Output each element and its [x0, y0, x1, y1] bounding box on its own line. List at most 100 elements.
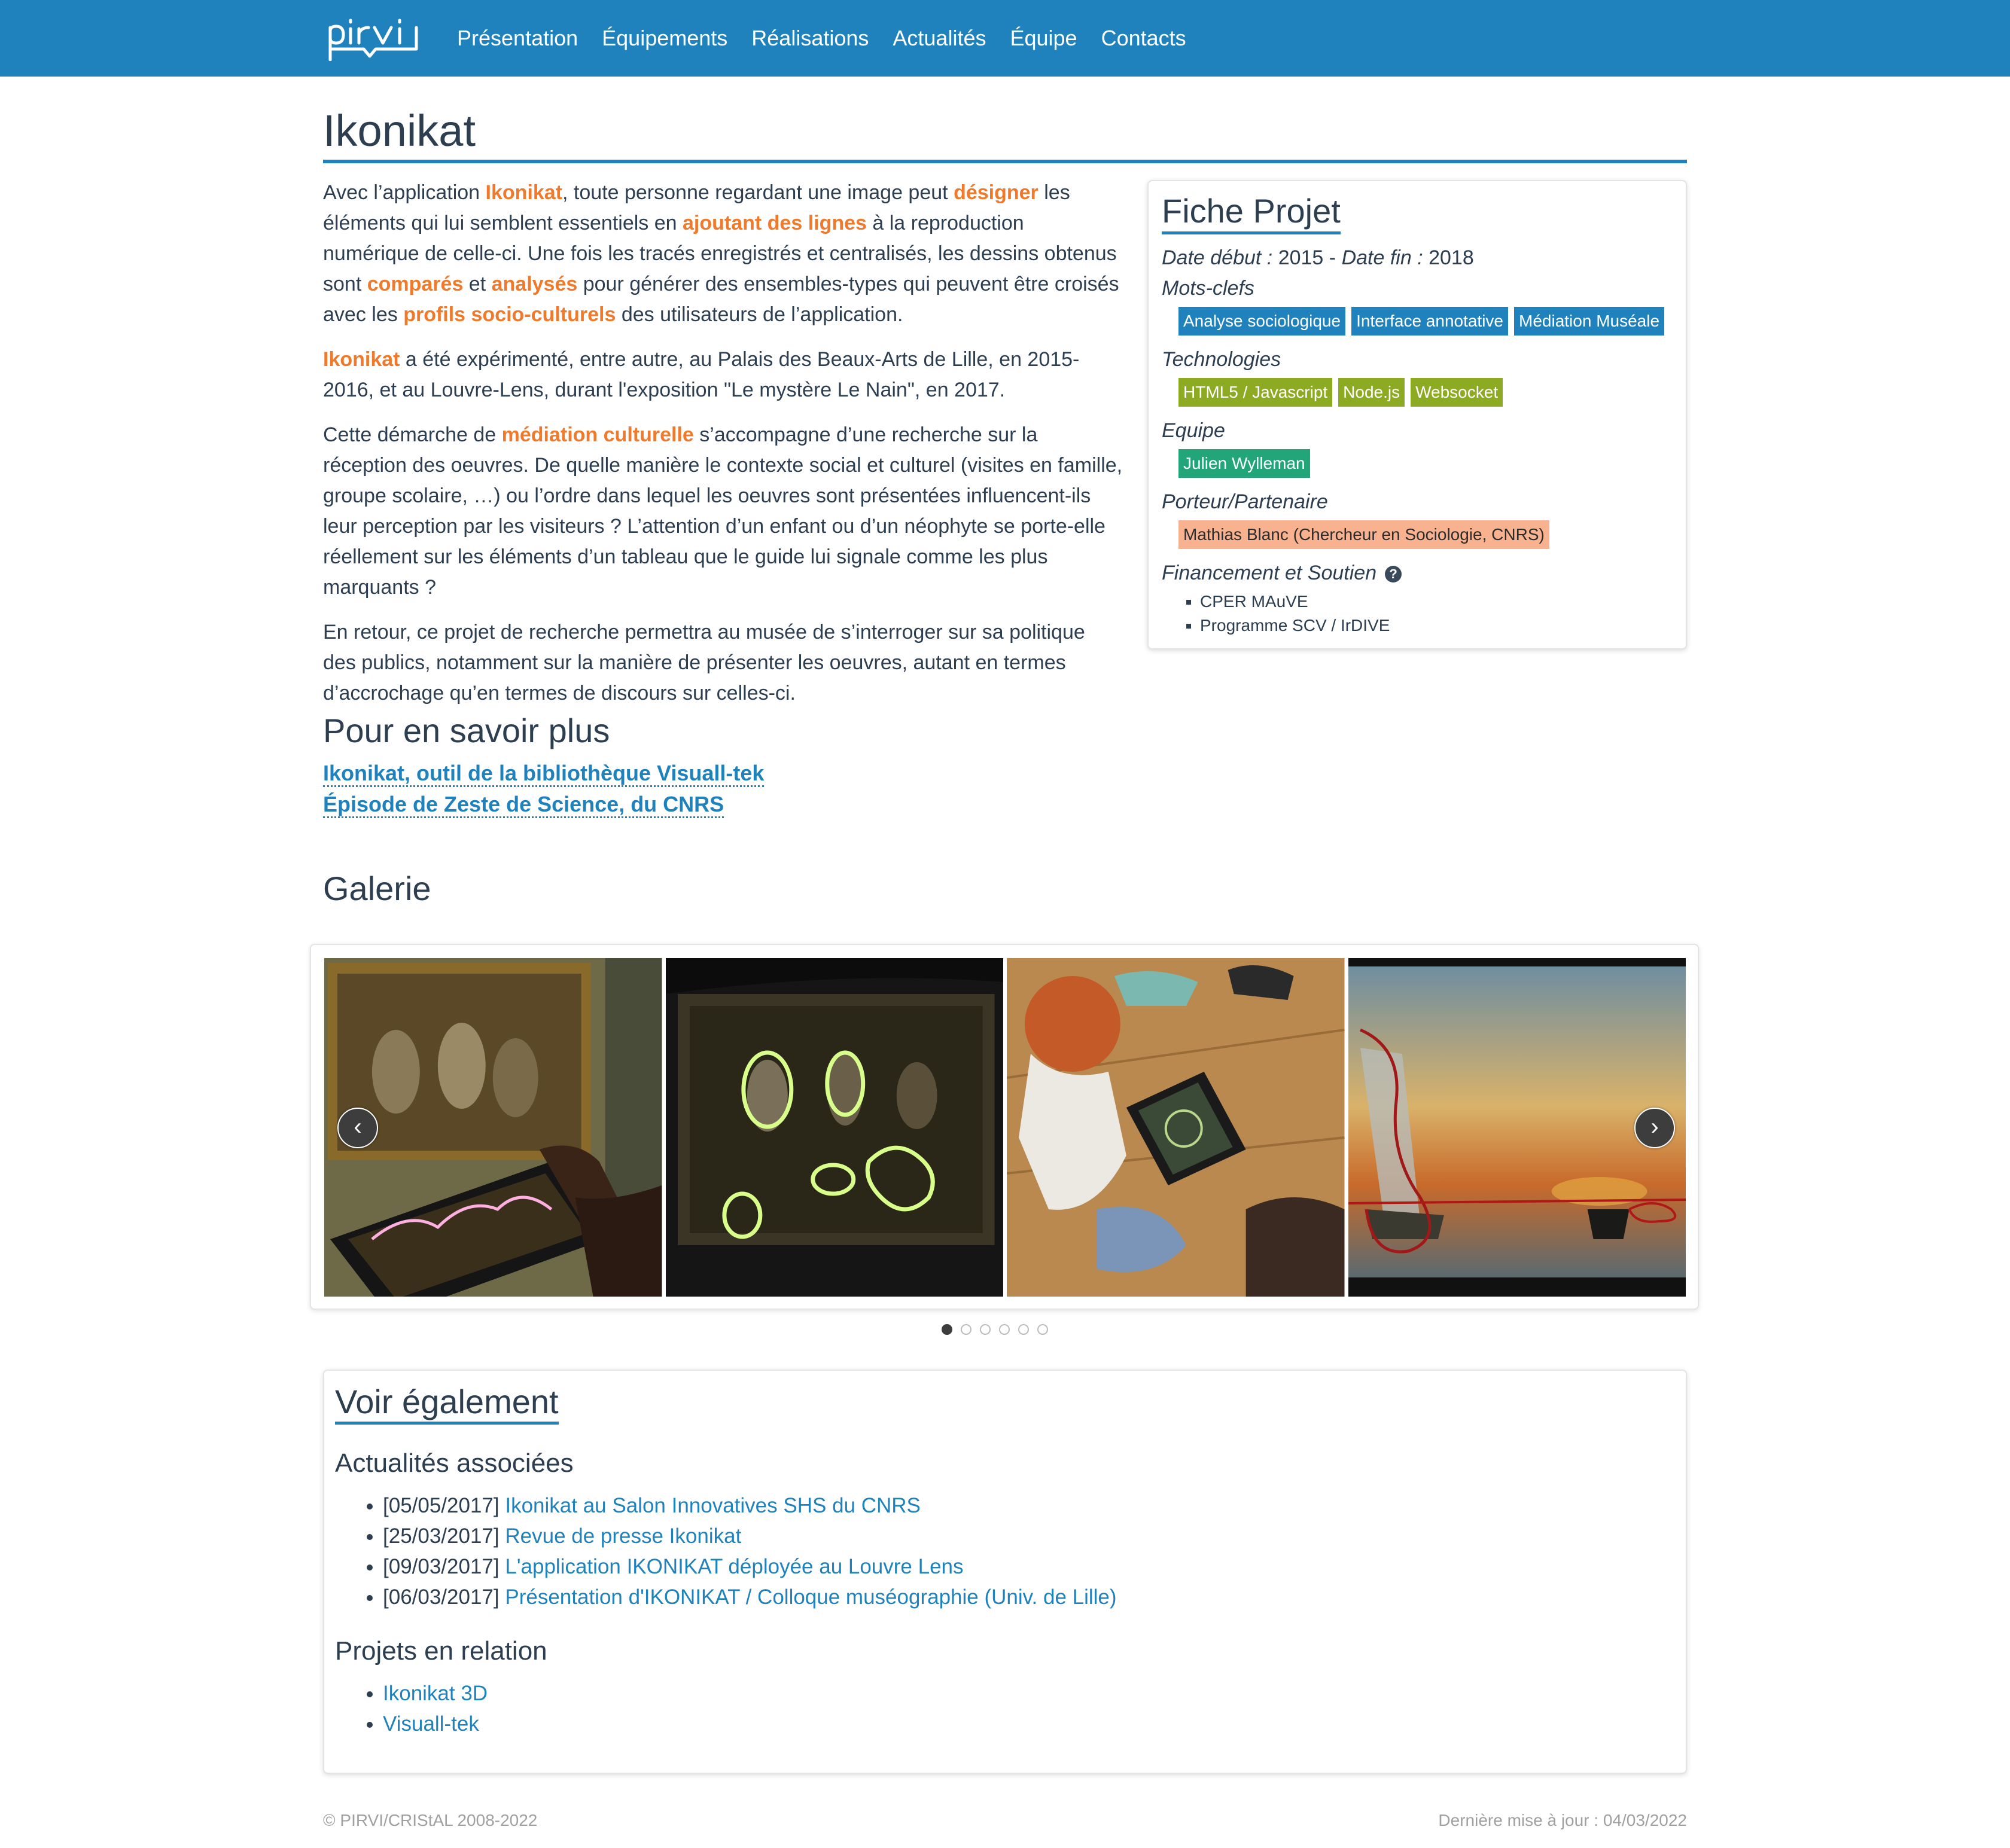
related-news-item: [09/03/2017] L'application IKONIKAT dépl… [383, 1551, 1675, 1582]
gallery-photo-child-tablet[interactable] [1007, 958, 1345, 1297]
highlighted-term: analysés [491, 273, 578, 296]
related-projects-title: Projets en relation [335, 1636, 547, 1666]
nav-item-presentation[interactable]: Présentation [457, 26, 578, 51]
related-news-item: [25/03/2017] Revue de presse Ikonikat [383, 1521, 1675, 1551]
news-link[interactable]: Présentation d'IKONIKAT / Colloque muséo… [505, 1585, 1116, 1609]
related-news-item: [05/05/2017] Ikonikat au Salon Innovativ… [383, 1490, 1675, 1521]
text-run: Avec l’application [323, 181, 486, 205]
project-dates: Date début : 2015 - Date fin : 2018 [1162, 243, 1673, 273]
funding-label: Financement et Soutien? [1162, 557, 1673, 588]
nav-item-equipe[interactable]: Équipe [1010, 26, 1077, 51]
technology-tag[interactable]: Node.js [1338, 377, 1405, 407]
team-member-tag[interactable]: Julien Wylleman [1178, 449, 1310, 478]
top-navbar: Présentation Équipements Réalisations Actua… [0, 0, 2010, 77]
keyword-tag[interactable]: Interface annotative [1351, 306, 1509, 336]
text-run: , toute personne regardant une image peu… [562, 181, 954, 205]
keyword-tag[interactable]: Analyse sociologique [1178, 306, 1346, 336]
highlighted-term: ajoutant des lignes [683, 212, 867, 235]
related-news-title: Actualités associées [335, 1448, 574, 1478]
learn-more-section: Pour en savoir plus Ikonikat, outil de l… [323, 710, 765, 820]
news-date: [09/03/2017] [383, 1555, 500, 1579]
date-end-value: 2018 [1429, 246, 1474, 269]
related-project-item: Ikonikat 3D [383, 1678, 1675, 1709]
news-link[interactable]: Revue de presse Ikonikat [505, 1524, 741, 1548]
carousel-dot[interactable] [961, 1324, 972, 1335]
learn-more-links: Ikonikat, outil de la bibliothèque Visua… [323, 758, 765, 820]
related-news-item: [06/03/2017] Présentation d'IKONIKAT / C… [383, 1582, 1675, 1612]
technology-tag[interactable]: Websocket [1411, 377, 1503, 407]
nav-item-equipements[interactable]: Équipements [602, 26, 727, 51]
carousel-pagination [942, 1324, 1056, 1335]
nav-item-realisations[interactable]: Réalisations [751, 26, 869, 51]
learn-more-link-label: Épisode de Zeste de Science, du CNRS [323, 792, 724, 819]
highlighted-term: Ikonikat [323, 348, 400, 371]
highlighted-term: médiation culturelle [501, 423, 694, 447]
learn-more-title: Pour en savoir plus [323, 712, 610, 749]
keywords-label: Mots-clefs [1162, 276, 1254, 300]
keyword-tags: Analyse sociologique Interface annotative… [1162, 305, 1673, 340]
learn-more-link-label: Ikonikat, outil de la bibliothèque Visua… [323, 761, 765, 788]
funding-item: CPER MAuVE [1200, 590, 1673, 614]
keyword-tag[interactable]: Médiation Muséale [1514, 306, 1665, 336]
text-run: Cette démarche de [323, 423, 502, 447]
text-run: En retour, ce projet de recherche permet… [323, 621, 1085, 705]
footer-last-update: Dernière mise à jour : 04/03/2022 [1438, 1811, 1687, 1829]
gallery-photo-annotated-painting[interactable] [665, 958, 1003, 1297]
text-run: des utilisateurs de l’application. [616, 303, 903, 327]
text-run: et [463, 273, 492, 296]
date-start-value: 2015 [1278, 246, 1324, 269]
related-news-list: [05/05/2017] Ikonikat au Salon Innovativ… [335, 1490, 1675, 1612]
project-description: Fiche Projet Date début : 2015 - Date fi… [323, 178, 1687, 709]
highlighted-term: désigner [954, 181, 1038, 205]
highlighted-term: profils socio-culturels [403, 303, 616, 327]
text-run: s’accompagne d’une recherche sur la réce… [323, 423, 1123, 599]
carousel-dot[interactable] [1037, 1324, 1048, 1335]
question-circle-icon[interactable]: ? [1385, 565, 1402, 583]
nav-item-contacts[interactable]: Contacts [1101, 26, 1186, 51]
title-underline [323, 160, 1687, 164]
team-tags: Julien Wylleman [1162, 447, 1673, 483]
carousel-dot[interactable] [1018, 1324, 1029, 1335]
news-date: [05/05/2017] [383, 1494, 500, 1518]
learn-more-link[interactable]: Épisode de Zeste de Science, du CNRS [323, 789, 764, 820]
technologies-label: Technologies [1162, 347, 1281, 371]
partner-label: Porteur/Partenaire [1162, 490, 1328, 513]
gallery-title: Galerie [323, 870, 431, 907]
news-link[interactable]: Ikonikat au Salon Innovatives SHS du CNR… [505, 1494, 921, 1517]
carousel-next-button[interactable]: › [1634, 1108, 1675, 1148]
pirvi-logo[interactable] [327, 13, 428, 62]
main-menu: Présentation Équipements Réalisations Actua… [457, 0, 1210, 77]
see-also-title: Voir également [335, 1382, 559, 1425]
news-date: [25/03/2017] [383, 1524, 500, 1548]
text-run: a été expérimenté, entre autre, au Palai… [323, 348, 1080, 402]
carousel-prev-button[interactable]: ‹ [337, 1108, 378, 1148]
related-project-item: Visuall-tek [383, 1709, 1675, 1739]
carousel-slides [324, 958, 1686, 1297]
page: { "nav": { "logo": "pirvi", "items": ["P… [0, 0, 2010, 1848]
news-date: [06/03/2017] [383, 1585, 500, 1609]
funding-list: CPER MAuVEProgramme SCV / IrDIVE [1162, 590, 1673, 638]
see-also-card: Voir également Actualités associées [05/… [323, 1370, 1687, 1774]
partner-tags: Mathias Blanc (Chercheur en Sociologie, … [1162, 519, 1673, 554]
carousel-dot[interactable] [942, 1324, 952, 1335]
date-start-label: Date début : [1162, 246, 1273, 269]
footer-copyright: © PIRVI/CRIStAL 2008-2022 [323, 1811, 538, 1829]
learn-more-link[interactable]: Ikonikat, outil de la bibliothèque Visua… [323, 758, 765, 789]
project-link[interactable]: Ikonikat 3D [383, 1682, 488, 1705]
fiche-projet-card: Fiche Projet Date début : 2015 - Date fi… [1147, 180, 1687, 649]
page-title: Ikonikat [323, 106, 476, 155]
nav-item-actualites[interactable]: Actualités [893, 26, 986, 51]
date-end-label: Date fin : [1341, 246, 1423, 269]
carousel-dot[interactable] [980, 1324, 991, 1335]
related-projects-list: Ikonikat 3D Visuall-tek [335, 1678, 1675, 1739]
technology-tag[interactable]: HTML5 / Javascript [1178, 377, 1333, 407]
gallery-carousel: ‹ › [310, 944, 1699, 1310]
carousel-dot[interactable] [999, 1324, 1010, 1335]
news-link[interactable]: L'application IKONIKAT déployée au Louvr… [505, 1555, 963, 1578]
funding-item: Programme SCV / IrDIVE [1200, 614, 1673, 638]
team-label: Equipe [1162, 419, 1225, 442]
highlighted-term: comparés [367, 273, 464, 296]
partner-tag[interactable]: Mathias Blanc (Chercheur en Sociologie, … [1178, 520, 1549, 549]
main-content: Ikonikat Fiche Projet Date début : 2015 … [323, 77, 1687, 723]
project-link[interactable]: Visuall-tek [383, 1712, 479, 1736]
